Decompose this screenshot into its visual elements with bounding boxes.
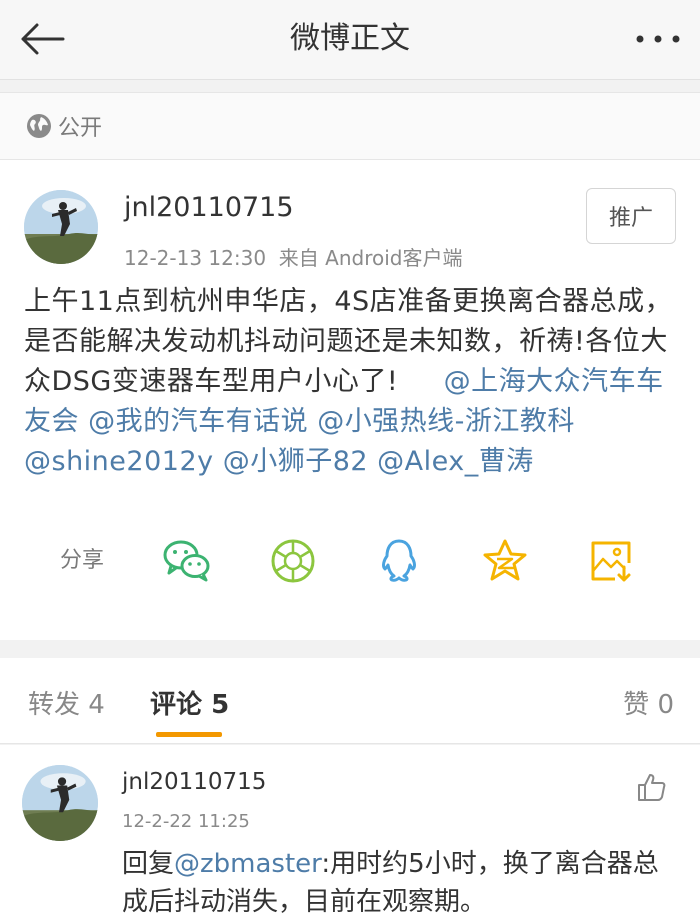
save-image-button[interactable] — [586, 536, 636, 586]
globe-icon — [27, 114, 51, 138]
save-image-icon — [591, 541, 631, 582]
author-avatar[interactable] — [24, 190, 98, 264]
tab-repost-label: 转发 — [28, 690, 81, 720]
tab-repost[interactable]: 转发 4 — [28, 684, 105, 721]
tab-comments-count: 5 — [211, 690, 230, 720]
post-body: 上午11点到杭州申华店，4S店准备更换离合器总成，是否能解决发动机抖动问题还是未… — [24, 282, 684, 482]
tab-likes-label: 赞 — [623, 690, 650, 720]
comment-body: 回复@zbmaster:用时约5小时，换了离合器总成后抖动消失，目前在观察期。 — [122, 845, 678, 919]
tab-likes[interactable]: 赞 0 — [623, 684, 674, 721]
more-dots-icon — [636, 35, 680, 43]
moments-icon — [271, 539, 315, 583]
top-nav-bar: 微博正文 — [0, 0, 700, 80]
comment-item: jnl20110715 12-2-22 11:25 回复@zbmaster:用时… — [0, 745, 700, 919]
promote-button[interactable]: 推广 — [586, 188, 676, 244]
commenter-avatar[interactable] — [22, 765, 98, 841]
avatar-image — [24, 190, 98, 264]
tab-comments[interactable]: 评论 5 — [150, 684, 229, 721]
share-label: 分享 — [60, 548, 105, 573]
active-tab-indicator — [156, 732, 222, 737]
post-meta: 12-2-13 12:30 来自 Android客户端 — [124, 242, 462, 271]
share-row: 分享 — [0, 528, 700, 594]
commenter-name[interactable]: jnl20110715 — [122, 769, 266, 795]
more-options-button[interactable] — [630, 18, 686, 60]
mention-link[interactable]: @Alex_曹涛 — [377, 446, 534, 477]
avatar-image — [22, 765, 98, 841]
visibility-bar: 公开 — [0, 92, 700, 160]
thumbs-up-icon — [638, 774, 666, 801]
mention-link[interactable]: @我的汽车有话说 — [88, 406, 308, 437]
engagement-tabs: 转发 4 评论 5 赞 0 — [0, 658, 700, 744]
qzone-icon — [483, 539, 527, 581]
share-qq-button[interactable] — [374, 536, 424, 586]
visibility-label: 公开 — [58, 116, 103, 141]
qq-icon — [382, 539, 416, 582]
tab-likes-count: 0 — [657, 690, 674, 720]
post-source: 来自 Android客户端 — [278, 246, 463, 270]
comment-reply-prefix: 回复 — [122, 849, 175, 879]
page-title: 微博正文 — [290, 21, 410, 56]
comment-timestamp: 12-2-22 11:25 — [122, 811, 250, 832]
wechat-icon — [163, 540, 210, 582]
share-qzone-button[interactable] — [480, 536, 530, 586]
tab-comments-label: 评论 — [150, 690, 203, 720]
reply-mention-link[interactable]: @zbmaster — [174, 849, 321, 879]
mention-link[interactable]: @shine2012y — [24, 446, 214, 477]
mention-link[interactable]: @小强热线-浙江教科 — [317, 406, 575, 437]
mention-link[interactable]: @小狮子82 — [223, 446, 368, 477]
tab-repost-count: 4 — [88, 690, 105, 720]
share-wechat-button[interactable] — [162, 536, 212, 586]
share-moments-button[interactable] — [268, 536, 318, 586]
post-card: jnl20110715 12-2-13 12:30 来自 Android客户端 … — [0, 160, 700, 640]
post-timestamp: 12-2-13 12:30 — [124, 246, 267, 270]
comment-like-button[interactable] — [632, 767, 672, 807]
author-name[interactable]: jnl20110715 — [124, 192, 294, 223]
